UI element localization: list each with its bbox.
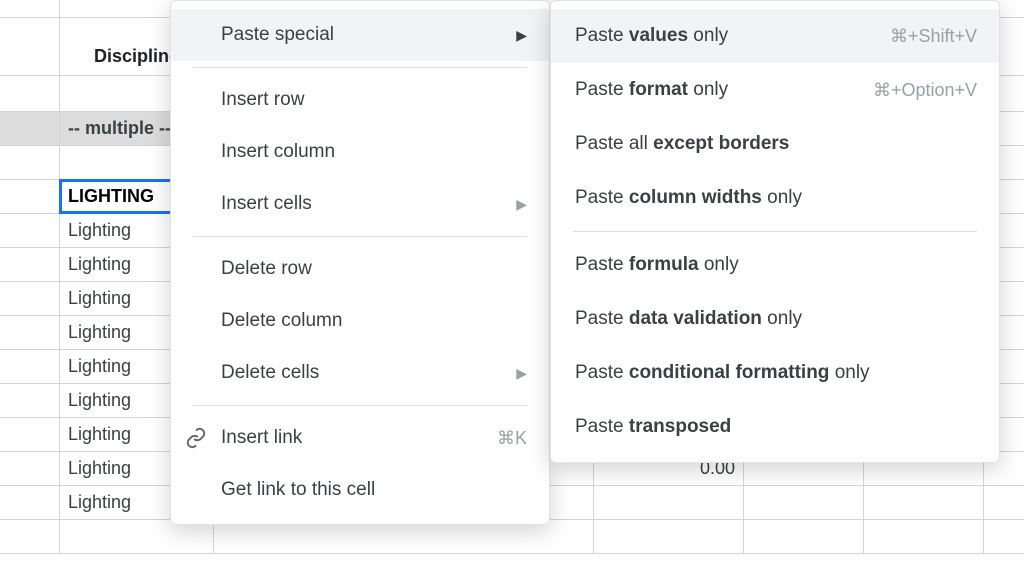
menu-insert-row[interactable]: Insert row — [171, 74, 549, 126]
menu-label: Insert row — [221, 89, 304, 111]
menu-separator — [193, 236, 527, 237]
shortcut-label: ⌘K — [497, 428, 527, 449]
shortcut-label: ⌘+Option+V — [873, 80, 977, 101]
chevron-right-icon: ▶ — [516, 27, 527, 44]
menu-delete-row[interactable]: Delete row — [171, 243, 549, 295]
chevron-right-icon: ▶ — [516, 196, 527, 213]
submenu-paste-cond-format[interactable]: Paste conditional formatting only — [551, 346, 999, 400]
menu-get-link[interactable]: Get link to this cell — [171, 464, 549, 516]
menu-label: Paste format only — [575, 79, 728, 101]
menu-label: Paste values only — [575, 25, 728, 47]
menu-label: Delete cells — [221, 362, 319, 384]
menu-separator — [193, 405, 527, 406]
menu-label: Paste column widths only — [575, 187, 802, 209]
menu-label: Insert link — [221, 427, 302, 449]
link-icon — [185, 427, 207, 449]
menu-label: Delete row — [221, 258, 312, 280]
menu-label: Paste special — [221, 24, 334, 46]
menu-separator — [193, 67, 527, 68]
chevron-right-icon: ▶ — [516, 365, 527, 382]
submenu-paste-format[interactable]: Paste format only ⌘+Option+V — [551, 63, 999, 117]
menu-paste-special[interactable]: Paste special ▶ — [171, 9, 549, 61]
submenu-paste-transposed[interactable]: Paste transposed — [551, 400, 999, 454]
paste-special-submenu: Paste values only ⌘+Shift+V Paste format… — [550, 0, 1000, 463]
menu-insert-link[interactable]: Insert link ⌘K — [171, 412, 549, 464]
submenu-paste-column-widths[interactable]: Paste column widths only — [551, 171, 999, 225]
menu-label: Paste transposed — [575, 416, 731, 438]
menu-label: Paste formula only — [575, 254, 739, 276]
submenu-paste-data-validation[interactable]: Paste data validation only — [551, 292, 999, 346]
menu-label: Paste all except borders — [575, 133, 789, 155]
menu-label: Paste data validation only — [575, 308, 802, 330]
menu-label: Insert cells — [221, 193, 312, 215]
menu-insert-column[interactable]: Insert column — [171, 126, 549, 178]
shortcut-label: ⌘+Shift+V — [890, 26, 977, 47]
menu-label: Paste conditional formatting only — [575, 362, 870, 384]
submenu-paste-values[interactable]: Paste values only ⌘+Shift+V — [551, 9, 999, 63]
menu-delete-cells[interactable]: Delete cells ▶ — [171, 347, 549, 399]
menu-label: Insert column — [221, 141, 335, 163]
menu-label: Delete column — [221, 310, 342, 332]
context-menu: Paste special ▶ Insert row Insert column… — [170, 0, 550, 525]
menu-insert-cells[interactable]: Insert cells ▶ — [171, 178, 549, 230]
submenu-paste-formula[interactable]: Paste formula only — [551, 238, 999, 292]
menu-label: Get link to this cell — [221, 479, 375, 501]
menu-delete-column[interactable]: Delete column — [171, 295, 549, 347]
menu-separator — [573, 231, 977, 232]
submenu-paste-except-borders[interactable]: Paste all except borders — [551, 117, 999, 171]
